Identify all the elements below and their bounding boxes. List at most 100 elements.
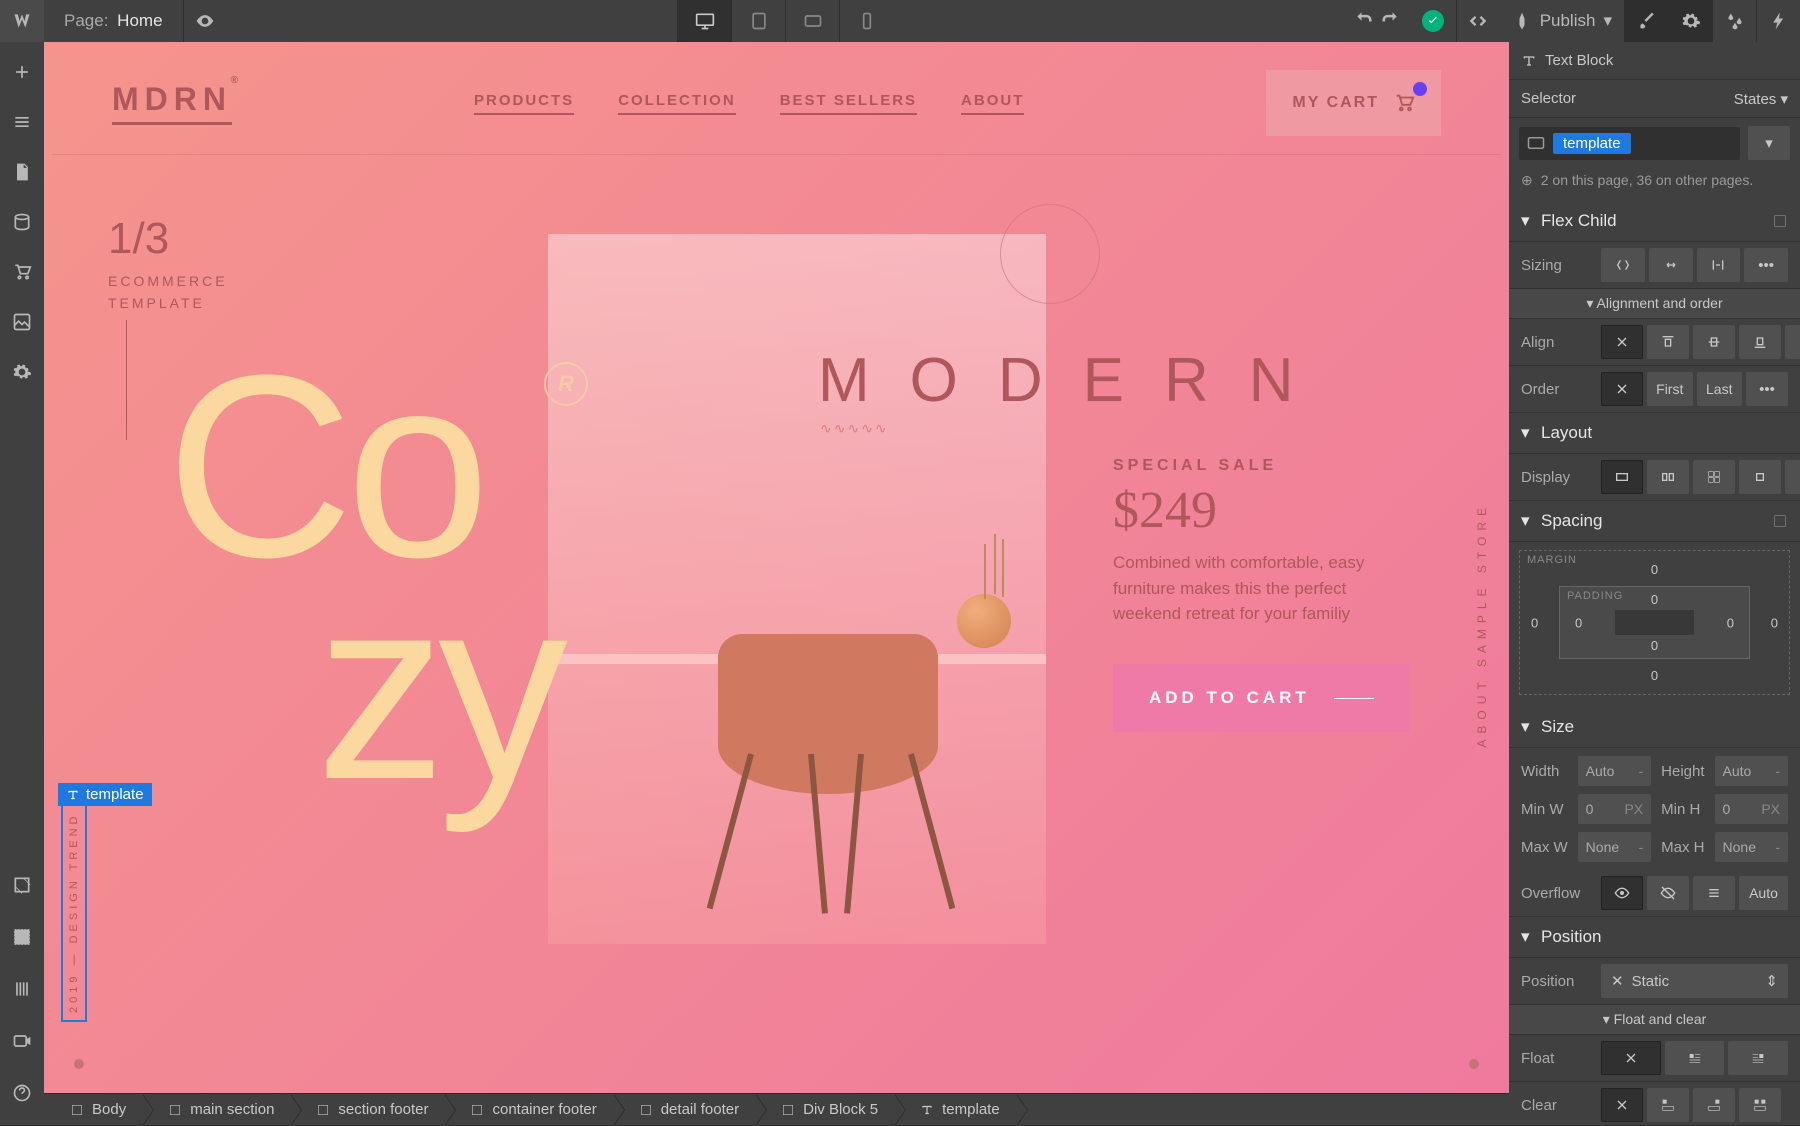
nav-about[interactable]: ABOUT: [961, 92, 1024, 115]
nav-collection[interactable]: COLLECTION: [618, 92, 736, 115]
display-flex-button[interactable]: [1647, 460, 1689, 494]
float-right-button[interactable]: [1728, 1041, 1788, 1075]
device-tablet-landscape-icon[interactable]: [785, 0, 839, 42]
align-auto-button[interactable]: [1601, 325, 1643, 359]
height-input[interactable]: Auto-: [1715, 756, 1788, 786]
sizing-none-button[interactable]: [1697, 248, 1741, 282]
cms-icon[interactable]: [4, 200, 40, 244]
minh-input[interactable]: 0PX: [1715, 794, 1788, 824]
section-flex-child[interactable]: ▾ Flex Child: [1509, 201, 1800, 242]
display-block-button[interactable]: [1601, 460, 1643, 494]
order-last-button[interactable]: Last: [1697, 372, 1743, 406]
selector-menu-icon[interactable]: ▾: [1748, 126, 1790, 160]
float-clear-subhead[interactable]: ▾ Float and clear: [1509, 1005, 1800, 1035]
clear-none-button[interactable]: [1601, 1088, 1643, 1122]
canvas[interactable]: MDRN® PRODUCTS COLLECTION BEST SELLERS A…: [44, 42, 1509, 1093]
code-export-icon[interactable]: [1456, 0, 1500, 42]
display-inline-block-button[interactable]: [1739, 460, 1781, 494]
site-logo[interactable]: MDRN®: [112, 81, 232, 125]
navigator-icon[interactable]: [4, 100, 40, 144]
section-position[interactable]: ▾ Position: [1509, 917, 1800, 958]
float-left-button[interactable]: [1665, 1041, 1725, 1075]
redo-icon[interactable]: [1380, 9, 1400, 34]
interactions-bolt-icon[interactable]: [1756, 0, 1800, 42]
device-desktop-icon[interactable]: [677, 0, 731, 42]
sizing-shrink-button[interactable]: [1601, 248, 1645, 282]
maxw-input[interactable]: None-: [1578, 832, 1651, 862]
order-first-button[interactable]: First: [1647, 372, 1693, 406]
maxh-input[interactable]: None-: [1715, 832, 1788, 862]
crumb-main-section[interactable]: main section: [142, 1094, 290, 1125]
interactions-droplets-icon[interactable]: [1712, 0, 1756, 42]
ecommerce-icon[interactable]: [4, 250, 40, 294]
nav-best-sellers[interactable]: BEST SELLERS: [780, 92, 917, 115]
webflow-logo-icon[interactable]: [0, 0, 44, 42]
spacing-expand-icon[interactable]: [1772, 513, 1788, 529]
section-spacing[interactable]: ▾ Spacing: [1509, 501, 1800, 542]
pages-icon[interactable]: [4, 150, 40, 194]
selector-field[interactable]: template: [1519, 127, 1740, 160]
grid-guides-icon[interactable]: [4, 915, 40, 959]
overflow-scroll-button[interactable]: [1693, 876, 1735, 910]
selection-indicator[interactable]: template: [58, 783, 152, 806]
position-select[interactable]: ✕Static ⇕: [1601, 964, 1788, 998]
xray-icon[interactable]: [4, 863, 40, 907]
alignment-order-subhead[interactable]: ▾ Alignment and order: [1509, 289, 1800, 319]
section-size[interactable]: ▾ Size: [1509, 707, 1800, 748]
align-end-button[interactable]: [1739, 325, 1781, 359]
clear-both-button[interactable]: [1739, 1088, 1781, 1122]
help-icon[interactable]: [4, 1071, 40, 1115]
crumb-section-footer[interactable]: section footer: [290, 1094, 444, 1125]
overflow-auto-button[interactable]: Auto: [1739, 876, 1788, 910]
display-label: Display: [1521, 469, 1601, 486]
style-panel-brush-icon[interactable]: [1624, 0, 1668, 42]
overflow-visible-button[interactable]: [1601, 876, 1643, 910]
minw-input[interactable]: 0PX: [1578, 794, 1651, 824]
audit-icon[interactable]: [4, 967, 40, 1011]
crumb-detail-footer[interactable]: detail footer: [613, 1094, 755, 1125]
sizing-grow-button[interactable]: [1649, 248, 1693, 282]
crumb-template[interactable]: template: [894, 1094, 1016, 1125]
align-center-button[interactable]: [1693, 325, 1735, 359]
undo-icon[interactable]: [1354, 9, 1374, 34]
width-input[interactable]: Auto-: [1578, 756, 1651, 786]
order-more-button[interactable]: •••: [1746, 372, 1788, 406]
add-element-icon[interactable]: [4, 50, 40, 94]
page-selector[interactable]: Page: Home: [44, 11, 183, 31]
pager-dot-left[interactable]: [74, 1059, 84, 1069]
add-to-cart-button[interactable]: ADD TO CART: [1113, 664, 1410, 732]
crumb-body[interactable]: Body: [44, 1094, 142, 1125]
states-dropdown[interactable]: States ▾: [1734, 90, 1788, 108]
device-tablet-icon[interactable]: [731, 0, 785, 42]
settings-gear-icon[interactable]: [1668, 0, 1712, 42]
clear-left-button[interactable]: [1647, 1088, 1689, 1122]
video-tutorial-icon[interactable]: [4, 1019, 40, 1063]
align-start-button[interactable]: [1647, 325, 1689, 359]
left-sidebar: [0, 42, 44, 1125]
preview-icon[interactable]: [183, 0, 227, 42]
select-chevron-icon: ⇕: [1765, 972, 1778, 990]
status-check-icon[interactable]: [1422, 10, 1444, 32]
selector-class-tag[interactable]: template: [1553, 133, 1631, 154]
overflow-hidden-button[interactable]: [1647, 876, 1689, 910]
sizing-more-button[interactable]: •••: [1744, 248, 1788, 282]
float-none-button[interactable]: [1601, 1041, 1661, 1075]
device-mobile-icon[interactable]: [839, 0, 893, 42]
box-model-editor[interactable]: MARGIN PADDING 0 0 0 0 0 0 0 0: [1519, 550, 1790, 695]
align-stretch-button[interactable]: [1785, 325, 1800, 359]
publish-dropdown[interactable]: Publish ▾: [1500, 11, 1624, 31]
assets-icon[interactable]: [4, 300, 40, 344]
display-inline-button[interactable]: [1785, 460, 1800, 494]
cart-button[interactable]: MY CART: [1266, 70, 1441, 136]
section-layout[interactable]: ▾ Layout: [1509, 413, 1800, 454]
nav-products[interactable]: PRODUCTS: [474, 92, 574, 115]
display-grid-button[interactable]: [1693, 460, 1735, 494]
clear-right-button[interactable]: [1693, 1088, 1735, 1122]
crumb-container-footer[interactable]: container footer: [444, 1094, 612, 1125]
selected-element-outline[interactable]: 2019 — DESIGN TREND: [61, 804, 87, 1022]
pager-dot-right[interactable]: [1469, 1059, 1479, 1069]
settings-icon[interactable]: [4, 350, 40, 394]
crumb-div-block-5[interactable]: Div Block 5: [755, 1094, 894, 1125]
order-none-button[interactable]: [1601, 372, 1643, 406]
reset-icon[interactable]: [1772, 213, 1788, 229]
